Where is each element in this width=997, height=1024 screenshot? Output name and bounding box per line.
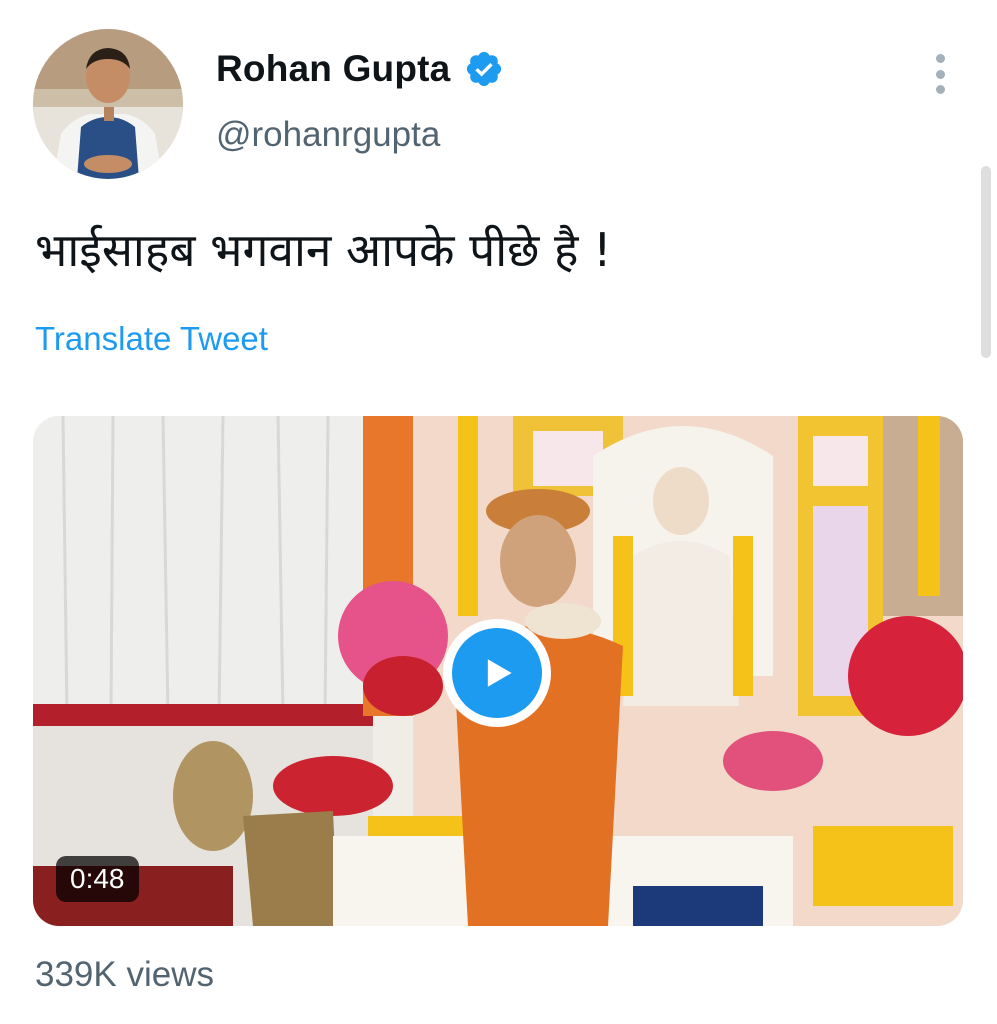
verified-badge-icon — [464, 49, 504, 89]
translate-tweet-link[interactable]: Translate Tweet — [35, 320, 268, 358]
view-count: 339K views — [35, 955, 214, 994]
author-name-row: Rohan Gupta — [216, 48, 504, 90]
play-icon — [452, 628, 542, 718]
play-button[interactable] — [443, 619, 551, 727]
video-duration-badge: 0:48 — [56, 856, 139, 902]
video-player[interactable]: 0:48 — [33, 416, 963, 926]
avatar-photo — [33, 29, 183, 179]
author-avatar[interactable] — [33, 29, 183, 179]
scrollbar[interactable] — [981, 166, 991, 358]
author-display-name[interactable]: Rohan Gupta — [216, 48, 450, 90]
more-vertical-icon[interactable] — [926, 54, 954, 94]
tweet-text: भाईसाहब भगवान आपके पीछे है ! — [35, 223, 612, 277]
author-handle[interactable]: @rohanrgupta — [216, 115, 440, 155]
